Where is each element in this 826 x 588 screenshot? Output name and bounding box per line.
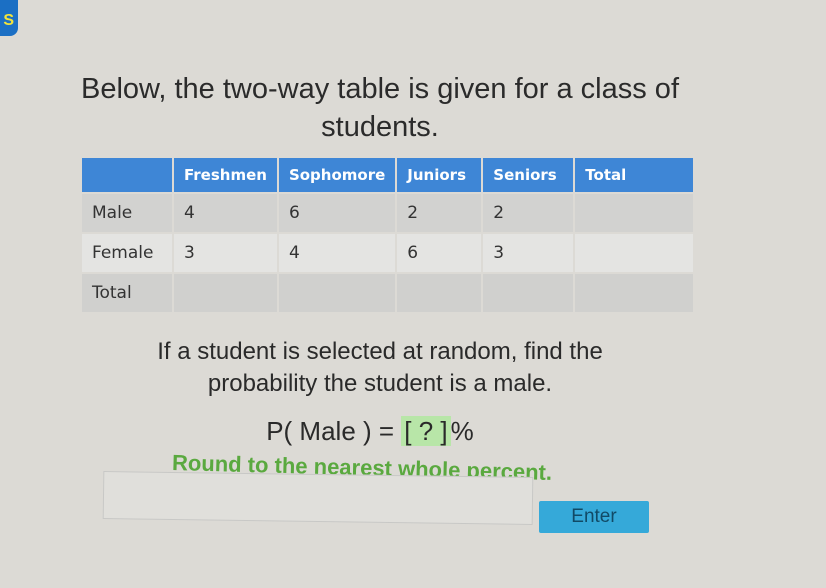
table-cell: [575, 274, 694, 312]
table-cell: 6: [397, 234, 482, 272]
table-cell: 4: [174, 194, 277, 232]
question-text: If a student is selected at random, find…: [157, 338, 603, 397]
row-header: Total: [82, 274, 172, 312]
table-cell: 4: [278, 234, 396, 272]
table-cell: [174, 274, 277, 312]
enter-button[interactable]: Enter: [539, 501, 649, 533]
two-way-table: Freshmen Sophomore Juniors Seniors Total Mal…: [80, 156, 695, 314]
answer-input[interactable]: [102, 471, 534, 525]
equation-prefix: P( Male ) =: [266, 416, 402, 446]
table-cell: 2: [397, 194, 482, 232]
app-logo: S: [0, 0, 18, 36]
column-header: Freshmen: [174, 158, 277, 192]
table-cell: 6: [278, 194, 396, 232]
equation-suffix: %: [450, 416, 474, 446]
equation: P( Male ) = [ ? ]%: [100, 416, 640, 447]
table-cell: [575, 234, 694, 272]
table-cell: 3: [483, 234, 574, 272]
table-cell: [483, 274, 574, 312]
row-header: Female: [82, 234, 172, 272]
answer-placeholder: [ ? ]: [401, 416, 451, 446]
column-header: Sophomore: [278, 158, 396, 192]
table-cell: [575, 194, 694, 232]
problem-title: Below, the two-way table is given for a …: [80, 73, 679, 143]
table-cell: [397, 274, 482, 312]
table-cell: 3: [174, 234, 277, 272]
table-cell: [278, 274, 396, 312]
column-header: Total: [575, 158, 694, 192]
table-row: Female 3 4 6 3: [82, 234, 694, 272]
table-row: Total: [82, 274, 694, 312]
row-header: Male: [82, 194, 172, 232]
column-header: Juniors: [397, 158, 482, 192]
table-row: Male 4 6 2 2: [82, 194, 694, 232]
column-header: [82, 158, 172, 192]
table-cell: 2: [483, 194, 574, 232]
column-header: Seniors: [483, 158, 574, 192]
